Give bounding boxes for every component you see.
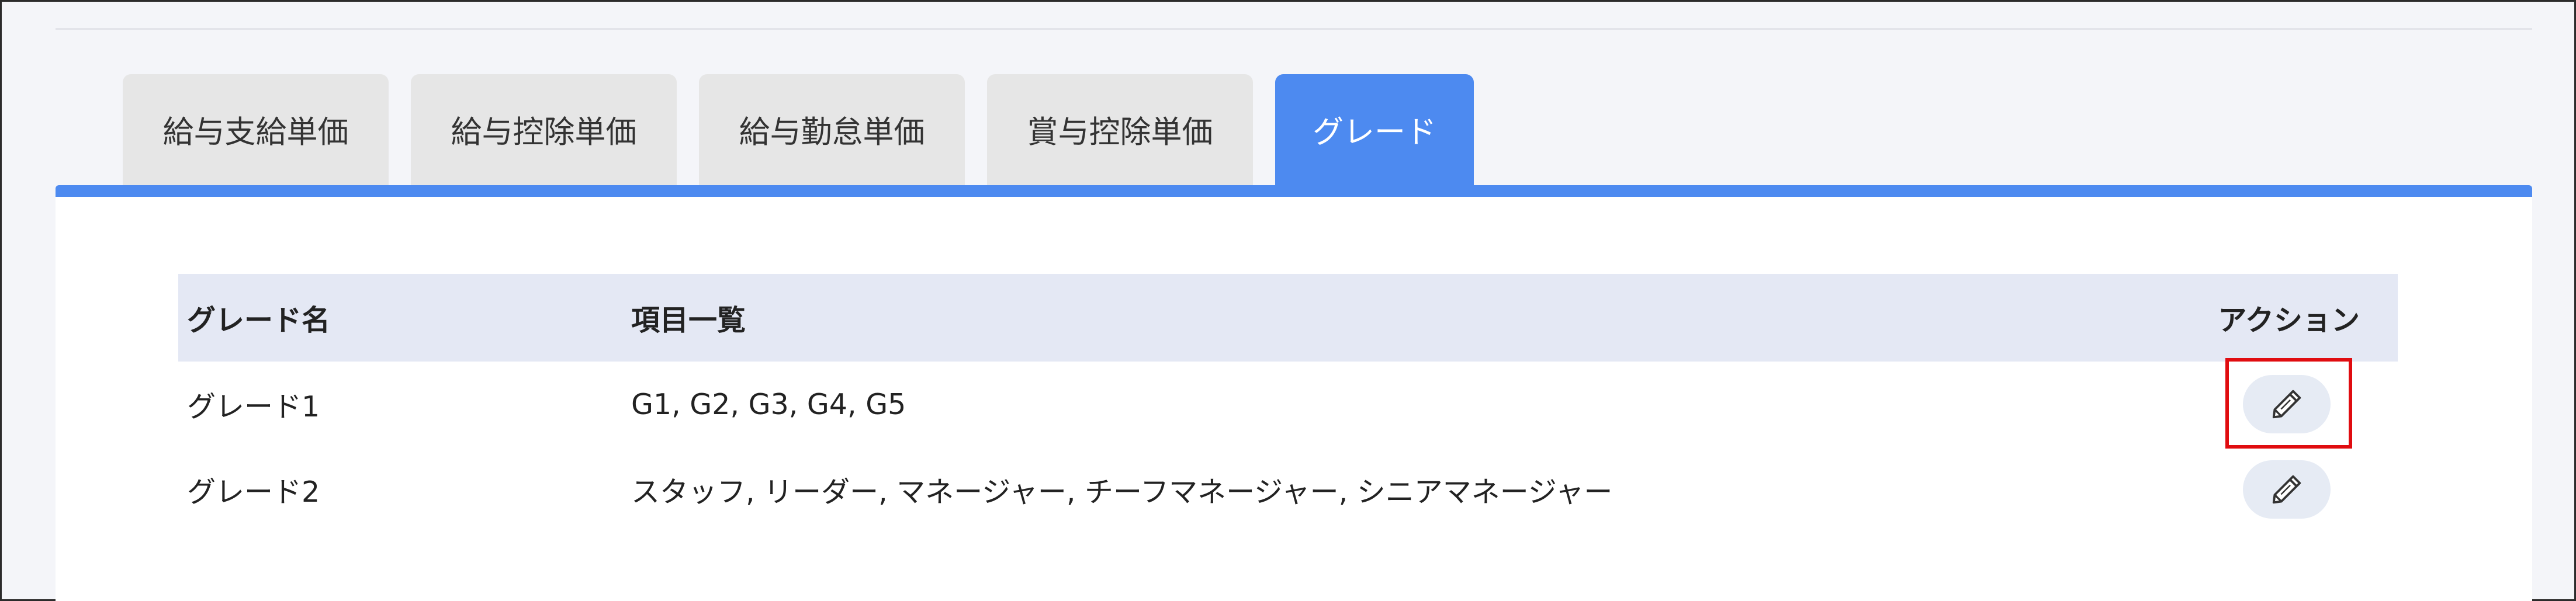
table-row: グレード1 G1, G2, G3, G4, G5 (178, 358, 2398, 449)
pencil-icon (2272, 475, 2301, 504)
tab-label: 賞与控除単価 (1027, 114, 1213, 150)
top-divider (56, 28, 2532, 30)
header-grade-name: グレード名 (187, 303, 331, 337)
grade-name-cell: グレード2 (187, 475, 320, 509)
tab-label: 給与控除単価 (451, 114, 637, 150)
grade-items-cell: G1, G2, G3, G4, G5 (631, 387, 906, 421)
header-action: アクション (2218, 303, 2360, 337)
grade-table: グレード名 項目一覧 アクション グレード1 G1, G2, G3, G4, G… (178, 274, 2398, 532)
edit-button[interactable] (2243, 375, 2331, 433)
header-item-list: 項目一覧 (631, 303, 746, 337)
pencil-icon (2272, 390, 2301, 419)
grade-items-cell: スタッフ, リーダー, マネージャー, チーフマネージャー, シニアマネージャー (631, 475, 1613, 509)
tab-salary-deduction-unit[interactable]: 給与控除単価 (411, 74, 677, 185)
edit-button[interactable] (2243, 460, 2331, 519)
tab-label: 給与支給単価 (162, 114, 349, 150)
tab-salary-attendance-unit[interactable]: 給与勤怠単価 (699, 74, 965, 185)
action-cell (2141, 447, 2398, 532)
tab-grade[interactable]: グレード (1275, 74, 1474, 185)
action-cell (2141, 358, 2398, 449)
grade-name-cell: グレード1 (187, 390, 320, 423)
tab-salary-payment-unit[interactable]: 給与支給単価 (123, 74, 389, 185)
table-row: グレード2 スタッフ, リーダー, マネージャー, チーフマネージャー, シニア… (178, 447, 2398, 532)
tab-label: グレード (1313, 114, 1436, 150)
tab-label: 給与勤怠単価 (739, 114, 925, 150)
tab-bonus-deduction-unit[interactable]: 賞与控除単価 (987, 74, 1253, 185)
grade-panel: グレード名 項目一覧 アクション グレード1 G1, G2, G3, G4, G… (56, 185, 2532, 601)
table-header-row: グレード名 項目一覧 アクション (178, 274, 2398, 362)
